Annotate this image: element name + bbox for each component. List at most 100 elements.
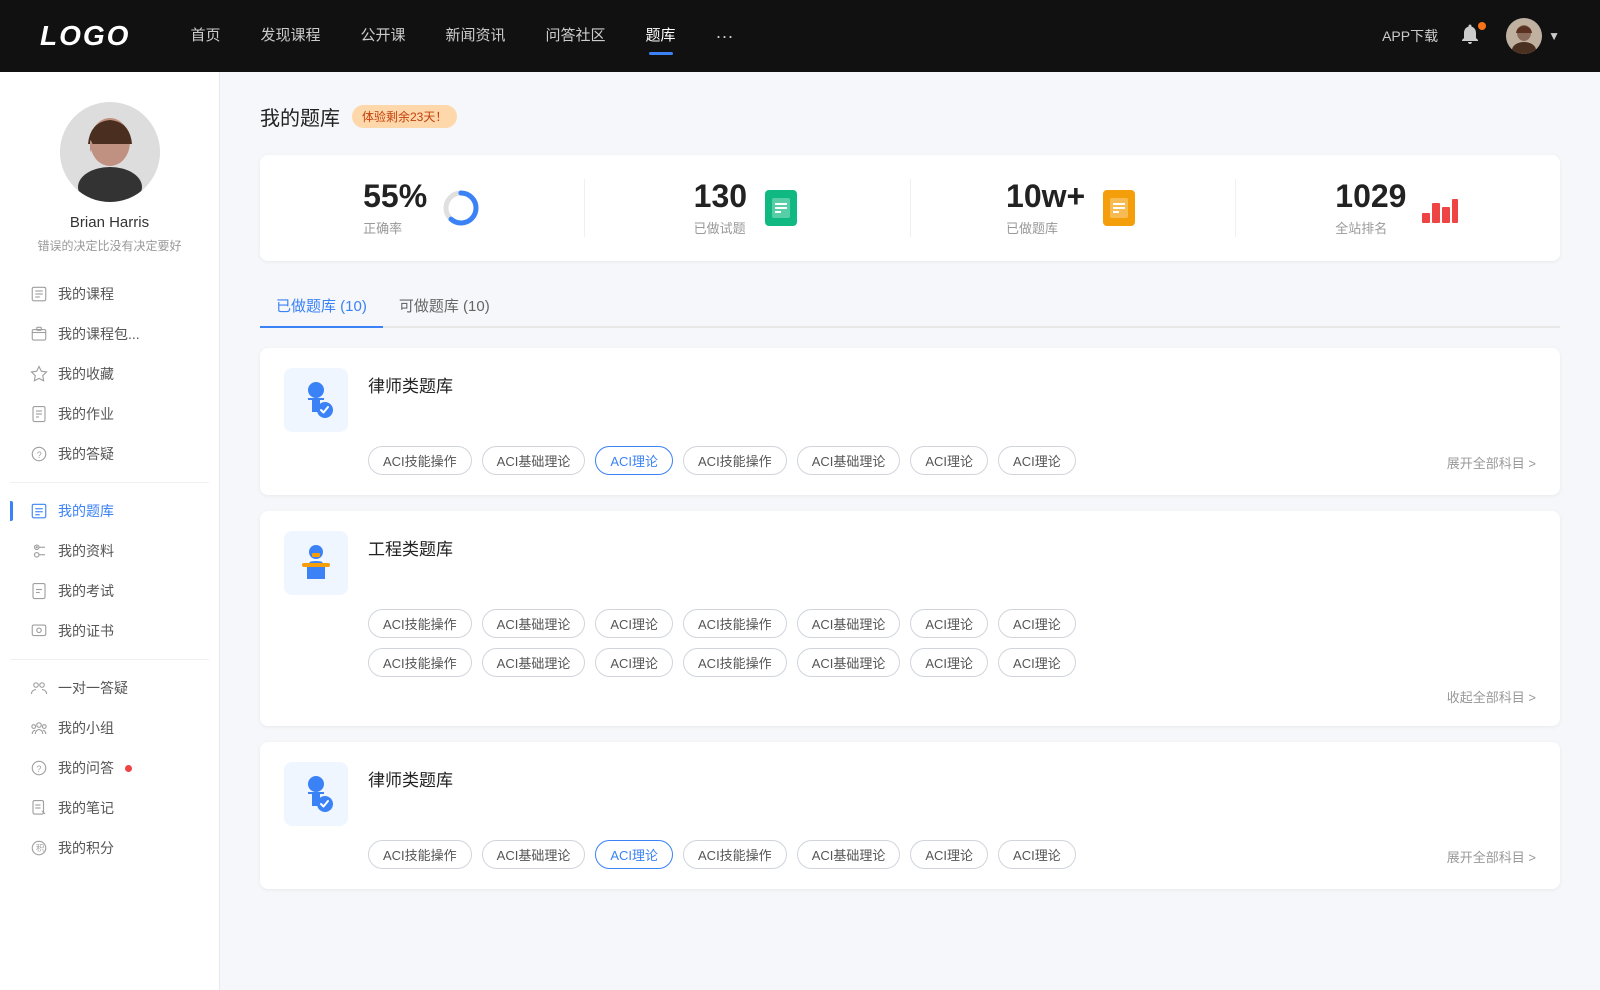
qbank-tags-1: ACI技能操作 ACI基础理论 ACI理论 ACI技能操作 ACI基础理论 AC… (368, 446, 1536, 475)
tag-active[interactable]: ACI理论 (595, 446, 673, 475)
tag[interactable]: ACI理论 (910, 648, 988, 677)
stat-done-banks-value: 10w+ (1006, 179, 1085, 214)
svg-text:?: ? (36, 764, 41, 774)
sidebar-item-1on1[interactable]: 一对一答疑 (10, 668, 209, 708)
sidebar-item-course[interactable]: 我的课程 (10, 274, 209, 314)
sidebar-item-qbank[interactable]: 我的题库 (10, 491, 209, 531)
tag[interactable]: ACI理论 (998, 648, 1076, 677)
sidebar-item-cert[interactable]: 我的证书 (10, 611, 209, 651)
collapse-link-2[interactable]: 收起全部科目 > (1447, 683, 1536, 706)
expand-link-3[interactable]: 展开全部科目 > (1447, 843, 1536, 866)
tag[interactable]: ACI基础理论 (797, 648, 901, 677)
tag[interactable]: ACI理论 (910, 446, 988, 475)
tag-active[interactable]: ACI理论 (595, 840, 673, 869)
tab-todo[interactable]: 可做题库 (10) (383, 285, 506, 328)
sidebar-item-points[interactable]: 积 我的积分 (10, 828, 209, 868)
stat-done-banks-icon (1099, 188, 1139, 228)
stat-accuracy-value: 55% (363, 179, 427, 214)
tag[interactable]: ACI技能操作 (683, 446, 787, 475)
qbank-card-3-header: 律师类题库 (284, 762, 1536, 826)
qbank-card-1-header: 律师类题库 (284, 368, 1536, 432)
collapse-row-2: 收起全部科目 > (284, 683, 1536, 706)
app-download-button[interactable]: APP下载 (1382, 26, 1438, 46)
qbank-title-3: 律师类题库 (368, 762, 453, 791)
tag[interactable]: ACI基础理论 (797, 446, 901, 475)
stat-done-q-label: 已做试题 (694, 218, 747, 237)
qbank-list: 律师类题库 ACI技能操作 ACI基础理论 ACI理论 ACI技能操作 ACI基… (260, 348, 1560, 889)
sidebar-item-homework[interactable]: 我的作业 (10, 394, 209, 434)
sidebar-label: 我的考试 (58, 581, 114, 601)
nav-news[interactable]: 新闻资讯 (446, 24, 506, 49)
nav-open-course[interactable]: 公开课 (360, 24, 405, 49)
stat-accuracy-label: 正确率 (363, 218, 427, 237)
sidebar-item-myqa[interactable]: ? 我的问答 (10, 748, 209, 788)
tag[interactable]: ACI基础理论 (797, 840, 901, 869)
sidebar-item-group[interactable]: 我的小组 (10, 708, 209, 748)
tag[interactable]: ACI技能操作 (368, 609, 472, 638)
tag[interactable]: ACI理论 (998, 446, 1076, 475)
sidebar-label: 我的课程 (58, 284, 114, 304)
tag[interactable]: ACI基础理论 (797, 609, 901, 638)
tag[interactable]: ACI基础理论 (482, 840, 586, 869)
sidebar-item-notes[interactable]: 我的笔记 (10, 788, 209, 828)
tag[interactable]: ACI理论 (910, 609, 988, 638)
sidebar-item-exam[interactable]: 我的考试 (10, 571, 209, 611)
qbank-tags-3: ACI技能操作 ACI基础理论 ACI理论 ACI技能操作 ACI基础理论 AC… (368, 840, 1536, 869)
tag[interactable]: ACI理论 (595, 609, 673, 638)
tag[interactable]: ACI技能操作 (368, 840, 472, 869)
qbank-title-2: 工程类题库 (368, 531, 453, 560)
nav-home[interactable]: 首页 (190, 24, 220, 49)
stat-rank-value: 1029 (1335, 179, 1406, 214)
qbank-card-2: 工程类题库 ACI技能操作 ACI基础理论 ACI理论 ACI技能操作 ACI基… (260, 511, 1560, 726)
qbank-tags-2a: ACI技能操作 ACI基础理论 ACI理论 ACI技能操作 ACI基础理论 AC… (368, 609, 1536, 638)
tab-done[interactable]: 已做题库 (10) (260, 285, 383, 328)
sidebar-item-collect[interactable]: 我的收藏 (10, 354, 209, 394)
user-motto: 错误的决定比没有决定要好 (37, 237, 181, 254)
tag[interactable]: ACI理论 (998, 609, 1076, 638)
nav-qbank[interactable]: 题库 (646, 24, 676, 49)
qa-red-dot (125, 765, 132, 772)
qbank-tabs: 已做题库 (10) 可做题库 (10) (260, 285, 1560, 328)
nav-qa[interactable]: 问答社区 (546, 24, 606, 49)
svg-text:积: 积 (36, 843, 44, 853)
tag[interactable]: ACI技能操作 (368, 648, 472, 677)
tag[interactable]: ACI基础理论 (482, 446, 586, 475)
stat-rank-icon (1420, 188, 1460, 228)
tag[interactable]: ACI理论 (595, 648, 673, 677)
nav-discover[interactable]: 发现课程 (260, 24, 320, 49)
tag[interactable]: ACI理论 (910, 840, 988, 869)
engineer-icon (284, 531, 348, 595)
sidebar-label: 我的作业 (58, 404, 114, 424)
tag[interactable]: ACI基础理论 (482, 609, 586, 638)
sidebar-label: 我的证书 (58, 621, 114, 641)
sidebar-label: 我的资料 (58, 541, 114, 561)
tag[interactable]: ACI技能操作 (368, 446, 472, 475)
notification-bell[interactable] (1458, 22, 1486, 50)
stat-done-q-value: 130 (694, 179, 747, 214)
qbank-tags-2b: ACI技能操作 ACI基础理论 ACI理论 ACI技能操作 ACI基础理论 AC… (368, 648, 1536, 677)
stat-done-banks-label: 已做题库 (1006, 218, 1085, 237)
tag[interactable]: ACI技能操作 (683, 609, 787, 638)
notification-badge (1478, 22, 1486, 30)
user-menu[interactable]: ▼ (1506, 18, 1560, 54)
sidebar-label: 我的问答 (58, 758, 114, 778)
page-header: 我的题库 体验剩余23天！ (260, 102, 1560, 131)
stat-rank: 1029 全站排名 (1236, 179, 1560, 237)
tag[interactable]: ACI基础理论 (482, 648, 586, 677)
expand-link-1[interactable]: 展开全部科目 > (1447, 449, 1536, 472)
sidebar-item-qa-mine[interactable]: ? 我的答疑 (10, 434, 209, 474)
sidebar-item-data[interactable]: 我的资料 (10, 531, 209, 571)
qbank-card-1: 律师类题库 ACI技能操作 ACI基础理论 ACI理论 ACI技能操作 ACI基… (260, 348, 1560, 495)
lawyer-icon-3 (284, 762, 348, 826)
main-nav: 首页 发现课程 公开课 新闻资讯 问答社区 题库 ··· (190, 24, 1382, 49)
tag[interactable]: ACI理论 (998, 840, 1076, 869)
tag[interactable]: ACI技能操作 (683, 840, 787, 869)
sidebar-item-package[interactable]: 我的课程包... (10, 314, 209, 354)
stat-done-questions: 130 已做试题 (585, 179, 910, 237)
stat-accuracy: 55% 正确率 (260, 179, 585, 237)
page-title: 我的题库 (260, 102, 340, 131)
trial-badge: 体验剩余23天！ (352, 105, 457, 128)
tag[interactable]: ACI技能操作 (683, 648, 787, 677)
sidebar-label: 我的笔记 (58, 798, 114, 818)
nav-more[interactable]: ··· (716, 26, 734, 47)
